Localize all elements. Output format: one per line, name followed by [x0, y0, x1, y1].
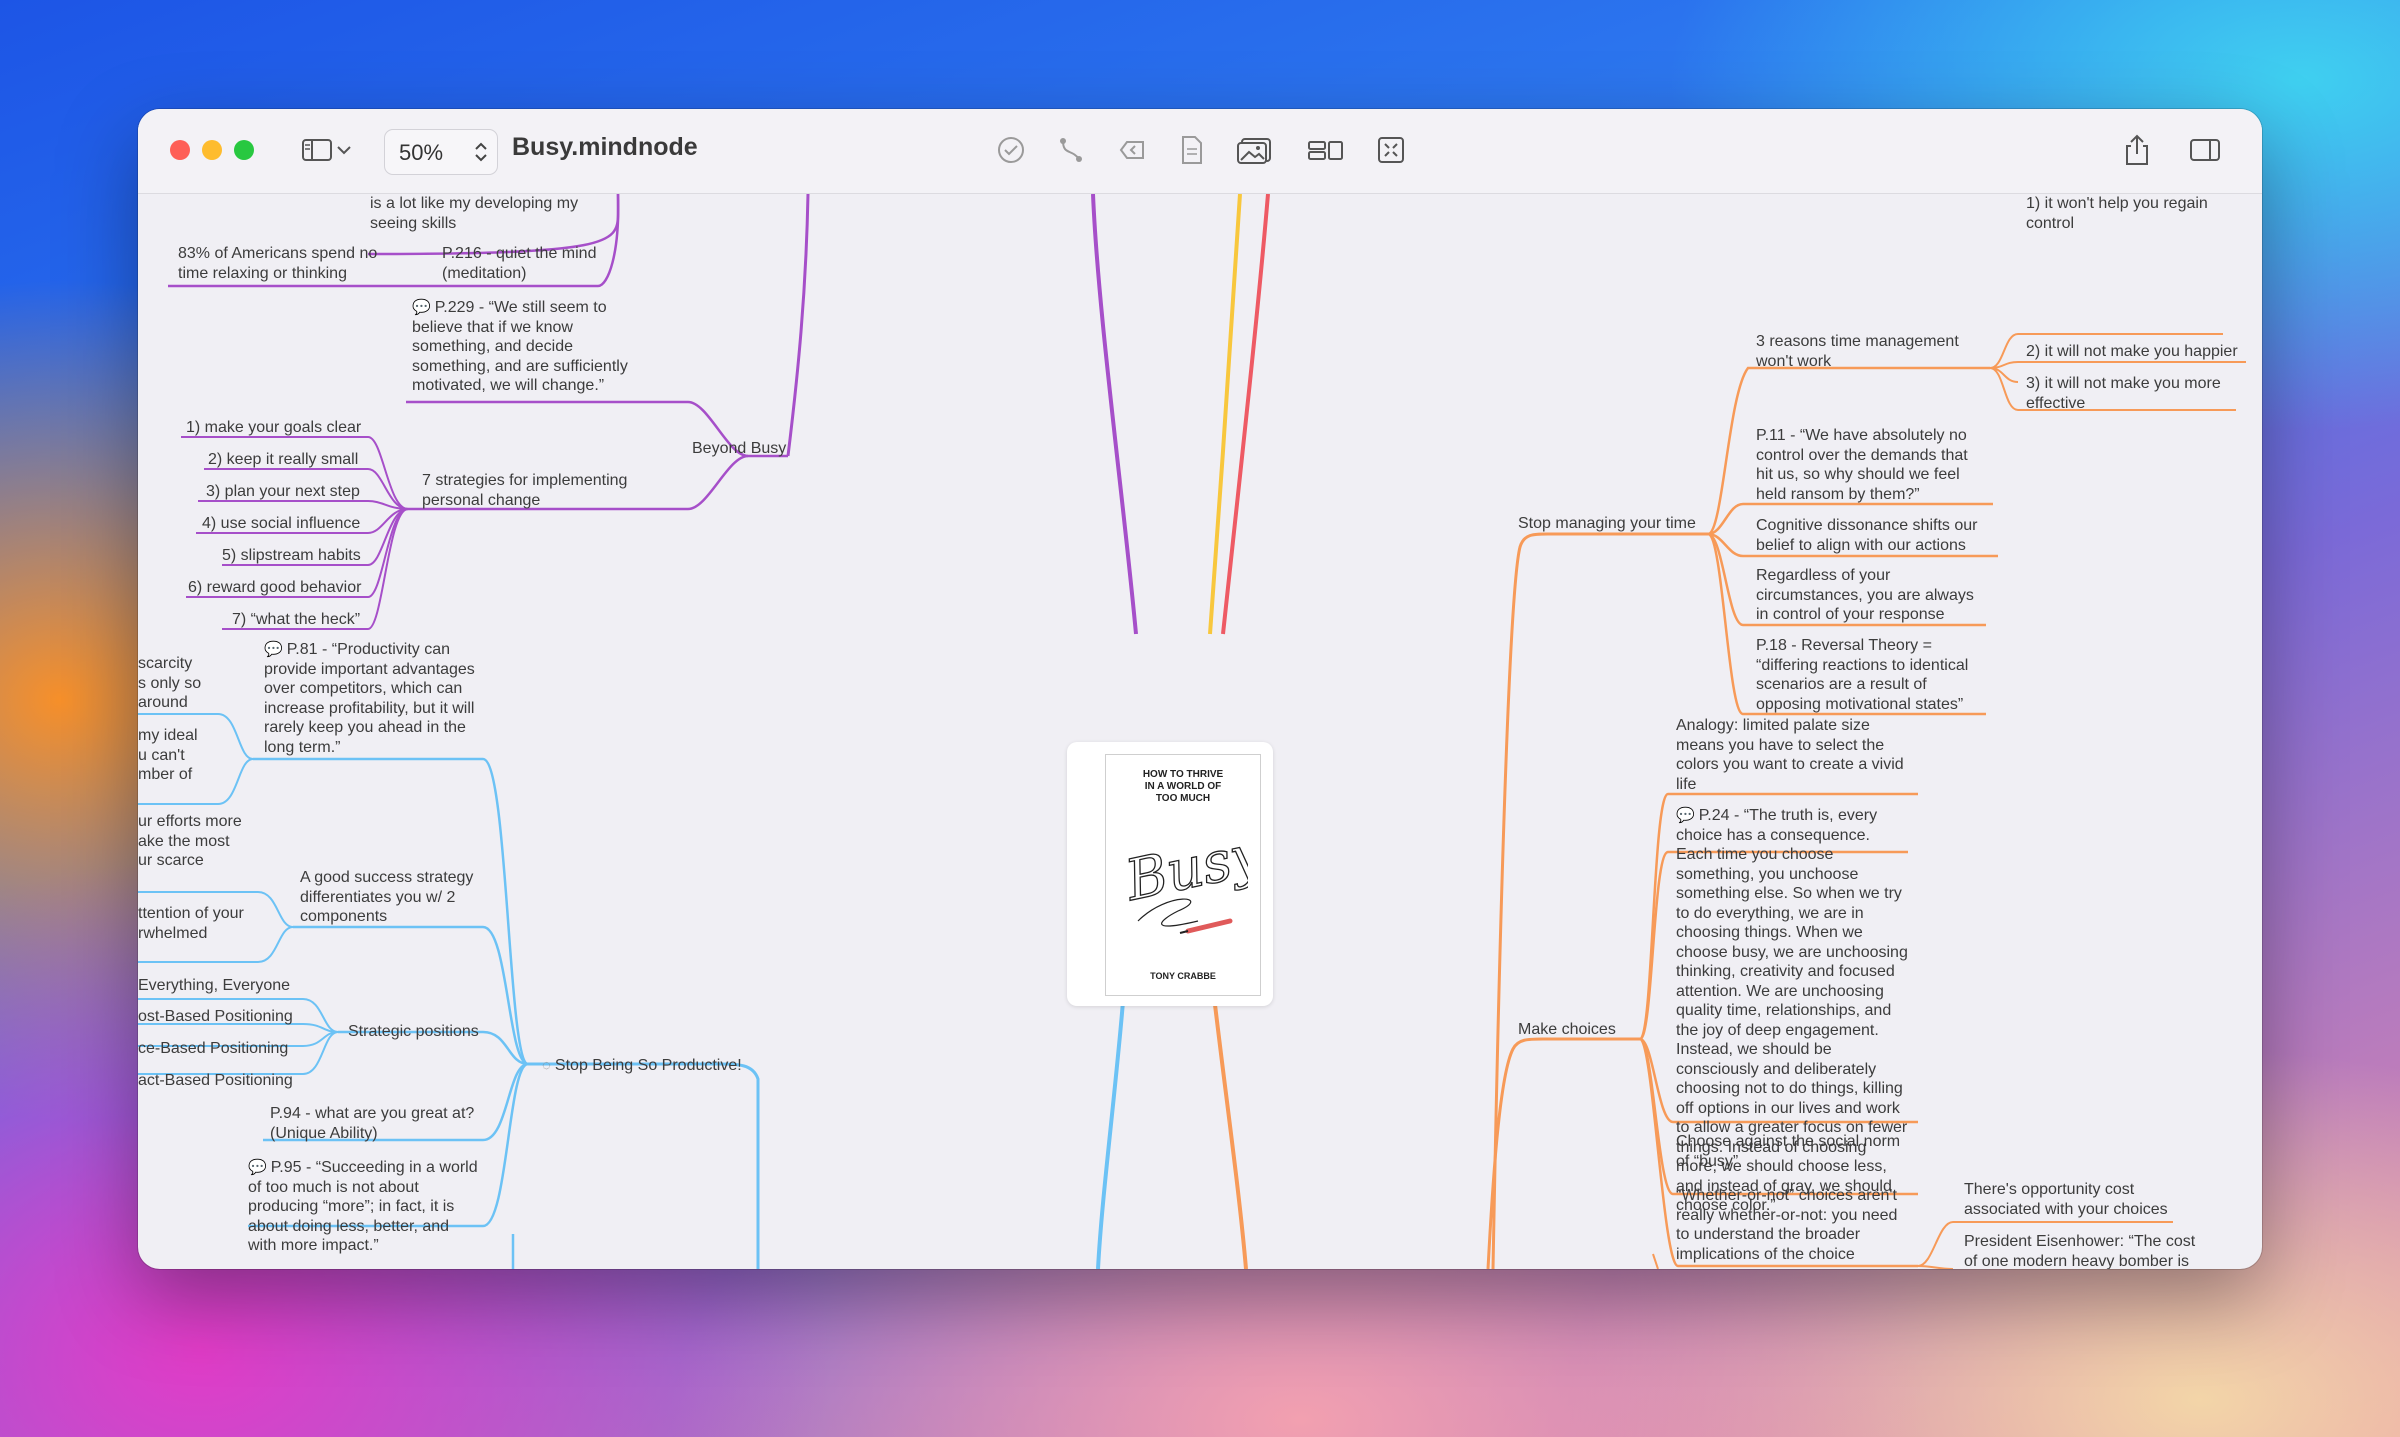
node-regain-control[interactable]: 1) it won't help you regain control [2026, 194, 2208, 233]
zoom-window-button[interactable] [234, 140, 254, 160]
node-p95[interactable]: 💬 P.95 - “Succeeding in a world of too mu… [248, 1158, 478, 1256]
node-strategy-1[interactable]: 1) make your goals clear [186, 418, 361, 438]
node-opportunity-cost[interactable]: There's opportunity cost associated with… [1964, 1180, 2168, 1219]
back-circle-icon[interactable] [1114, 133, 1148, 167]
node-not-happier[interactable]: 2) it will not make you happier [2026, 342, 2238, 362]
zoom-value: 50% [399, 140, 444, 165]
note-icon: 💬 [412, 299, 431, 316]
node-americans-relaxing[interactable]: 83% of Americans spend no time relaxing … [178, 244, 377, 283]
node-whether-or-not[interactable]: “Whether-or-not” choices aren't really w… [1676, 1186, 1897, 1264]
book-cover-title: HOW TO THRIVE IN A WORLD OF TOO MUCH [1142, 769, 1224, 804]
node-everything[interactable]: Everything, Everyone [138, 976, 290, 996]
node-p81-text: P.81 - “Productivity can provide importa… [264, 641, 475, 756]
node-strategy-6[interactable]: 6) reward good behavior [188, 578, 361, 598]
node-stop-being-productive[interactable]: ◌ Stop Being So Productive! [542, 1056, 742, 1076]
layout-icon[interactable] [1306, 133, 1346, 167]
book-cover-image: HOW TO THRIVE IN A WORLD OF TOO MUCH Bus… [1105, 754, 1261, 996]
node-3-reasons[interactable]: 3 reasons time management won't work [1756, 332, 1959, 371]
image-icon[interactable] [1234, 133, 1274, 167]
node-p95-text: P.95 - “Succeeding in a world of too muc… [248, 1159, 478, 1254]
node-analogy[interactable]: Analogy: limited palate size means you h… [1676, 716, 1904, 794]
node-seeing-skills[interactable]: is a lot like my developing my seeing sk… [370, 194, 578, 233]
node-stop-managing-time[interactable]: Stop managing your time [1518, 514, 1696, 534]
document-title: Busy.mindnode [512, 133, 698, 161]
node-efforts[interactable]: ur efforts more ake the most ur scarce [138, 812, 242, 871]
node-7-strategies[interactable]: 7 strategies for implementing personal c… [422, 471, 627, 510]
node-p229-text: P.229 - “We still seem to believe that i… [412, 299, 628, 394]
node-social-norm[interactable]: Choose against the social norm of “busy” [1676, 1132, 1900, 1171]
node-make-choices[interactable]: Make choices [1518, 1020, 1616, 1040]
note-icon: 💬 [264, 641, 283, 658]
node-price-positioning[interactable]: ce-Based Positioning [138, 1039, 288, 1059]
node-quiet-mind[interactable]: P.216 - quiet the mind (meditation) [442, 244, 596, 283]
document-icon[interactable] [1174, 133, 1208, 167]
node-scarcity[interactable]: scarcity s only so around [138, 654, 201, 713]
checkmark-circle-icon[interactable] [994, 133, 1028, 167]
mindmap-canvas[interactable]: is a lot like my developing my seeing sk… [138, 194, 2262, 1269]
node-strategy-5[interactable]: 5) slipstream habits [222, 546, 361, 566]
node-p81[interactable]: 💬 P.81 - “Productivity can provide import… [264, 640, 475, 757]
node-stop-being-productive-text: Stop Being So Productive! [554, 1057, 742, 1074]
chevron-down-icon[interactable] [334, 133, 354, 167]
node-not-effective[interactable]: 3) it will not make you more effective [2026, 374, 2221, 413]
note-icon: 💬 [248, 1159, 267, 1176]
node-strategic-positions[interactable]: Strategic positions [348, 1022, 479, 1042]
node-p229[interactable]: 💬 P.229 - “We still seem to believe that … [412, 298, 628, 396]
node-impact-positioning[interactable]: act-Based Positioning [138, 1071, 293, 1091]
connection-icon[interactable] [1054, 133, 1088, 167]
node-attention[interactable]: ttention of your rwhelmed [138, 904, 244, 943]
node-success-strategy[interactable]: A good success strategy differentiates y… [300, 868, 473, 927]
book-author: TONY CRABBE [1150, 971, 1216, 981]
node-strategy-3[interactable]: 3) plan your next step [206, 482, 360, 502]
node-strategy-2[interactable]: 2) keep it really small [208, 450, 358, 470]
node-eisenhower[interactable]: President Eisenhower: “The cost of one m… [1964, 1232, 2195, 1269]
node-cost-positioning[interactable]: ost-Based Positioning [138, 1007, 293, 1027]
sidebar-icon[interactable] [300, 133, 334, 167]
central-topic-book[interactable]: HOW TO THRIVE IN A WORLD OF TOO MUCH Bus… [1067, 742, 1273, 1006]
node-p11[interactable]: P.11 - “We have absolutely no control ov… [1756, 426, 1968, 504]
stepper-icon[interactable] [473, 140, 489, 164]
node-p94[interactable]: P.94 - what are you great at? (Unique Ab… [270, 1104, 474, 1143]
progress-icon: ◌ [542, 1057, 551, 1074]
app-window: 50% Busy.mindnode is a lot like my devel… [138, 109, 2262, 1269]
node-ideal[interactable]: my ideal u can't mber of [138, 726, 198, 785]
share-icon[interactable] [2120, 133, 2154, 167]
title-bar: 50% Busy.mindnode [138, 109, 2262, 194]
node-cognitive-dissonance[interactable]: Cognitive dissonance shifts our belief t… [1756, 516, 1977, 555]
svg-text:Busy: Busy [1119, 821, 1248, 914]
zoom-control[interactable]: 50% [384, 129, 498, 175]
busy-script-image: Busy [1119, 821, 1248, 934]
node-strategy-4[interactable]: 4) use social influence [202, 514, 360, 534]
node-beyond-busy[interactable]: Beyond Busy [692, 439, 786, 459]
node-p18[interactable]: P.18 - Reversal Theory = “differing reac… [1756, 636, 1968, 714]
node-regardless[interactable]: Regardless of your circumstances, you ar… [1756, 566, 1974, 625]
node-strategy-7[interactable]: 7) “what the heck” [232, 610, 360, 630]
inspector-icon[interactable] [2188, 133, 2222, 167]
close-button[interactable] [170, 140, 190, 160]
focus-icon[interactable] [1374, 133, 1408, 167]
note-icon: 💬 [1676, 807, 1695, 824]
minimize-button[interactable] [202, 140, 222, 160]
